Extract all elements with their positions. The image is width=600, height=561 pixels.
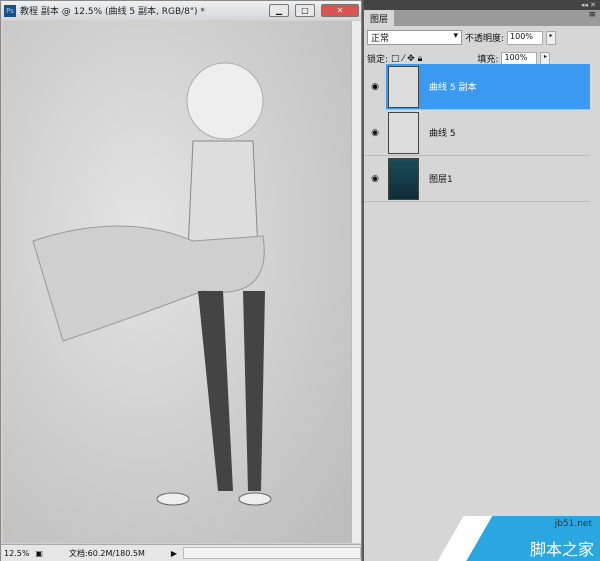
layer-list: ◉ 曲线 5 副本 ◉ 曲线 5 ◉ 图层1	[364, 63, 590, 202]
layer-row[interactable]: ◉ 图层1	[364, 156, 590, 202]
layer-thumbnail	[388, 111, 419, 154]
watermark: jb51.net 脚本之家	[435, 516, 600, 561]
document-title: 教程 副本 @ 12.5% (曲线 5 副本, RGB/8") *	[20, 7, 205, 17]
visibility-eye-icon[interactable]: ◉	[364, 128, 386, 138]
document-window: Ps 教程 副本 @ 12.5% (曲线 5 副本, RGB/8") * ▁ □…	[0, 0, 362, 561]
maximize-button[interactable]: □	[295, 4, 315, 17]
visibility-eye-icon[interactable]: ◉	[364, 174, 386, 184]
photoshop-icon: Ps	[4, 4, 16, 17]
horizontal-scrollbar[interactable]	[183, 547, 361, 559]
zoom-level[interactable]: 12.5%	[4, 549, 29, 558]
tab-layers[interactable]: 图层	[364, 10, 395, 26]
panel-collapse-icon[interactable]: ◂◂ ✕	[364, 0, 600, 10]
close-button[interactable]: ✕	[321, 4, 359, 17]
lock-move-icon[interactable]: ✥	[407, 54, 415, 64]
opacity-slider-button[interactable]: ▸	[546, 30, 557, 45]
layers-panel: ◂◂ ✕ 图层 ≡ 正常 ▾ 不透明度: 100% ▸ 锁定: □ ⁄ ✥ 🔒︎ 填…	[364, 0, 600, 561]
layer-thumbnail	[388, 65, 419, 108]
visibility-eye-icon[interactable]: ◉	[364, 63, 386, 110]
blend-mode-select[interactable]: 正常 ▾	[367, 30, 462, 45]
lock-brush-icon[interactable]: ⁄	[403, 54, 405, 64]
status-bar: 12.5% ▣ 文档:60.2M/180.5M ▶	[1, 544, 361, 561]
minimize-button[interactable]: ▁	[269, 4, 289, 17]
lock-all-icon[interactable]: 🔒︎	[418, 54, 423, 64]
doc-size: 文档:60.2M/180.5M	[68, 548, 145, 558]
layer-row[interactable]: ◉ 曲线 5	[364, 110, 590, 156]
title-bar: Ps 教程 副本 @ 12.5% (曲线 5 副本, RGB/8") * ▁ □…	[1, 1, 361, 20]
opacity-label: 不透明度:	[465, 34, 505, 44]
sketch-image	[3, 21, 351, 543]
layer-name[interactable]: 曲线 5	[429, 126, 456, 139]
layer-name[interactable]: 图层1	[429, 172, 453, 185]
opacity-input[interactable]: 100%	[507, 30, 544, 45]
layer-thumbnail	[388, 157, 419, 200]
status-menu-arrow-icon[interactable]: ▶	[171, 549, 177, 558]
vertical-scrollbar[interactable]	[351, 21, 361, 543]
panel-menu-icon[interactable]: ≡	[588, 10, 600, 26]
lock-transparent-icon[interactable]: □	[391, 54, 400, 64]
layer-row[interactable]: ◉ 曲线 5 副本	[364, 63, 590, 110]
status-icon[interactable]: ▣	[35, 549, 43, 558]
image-canvas[interactable]	[3, 21, 351, 543]
layer-name[interactable]: 曲线 5 副本	[429, 80, 476, 93]
